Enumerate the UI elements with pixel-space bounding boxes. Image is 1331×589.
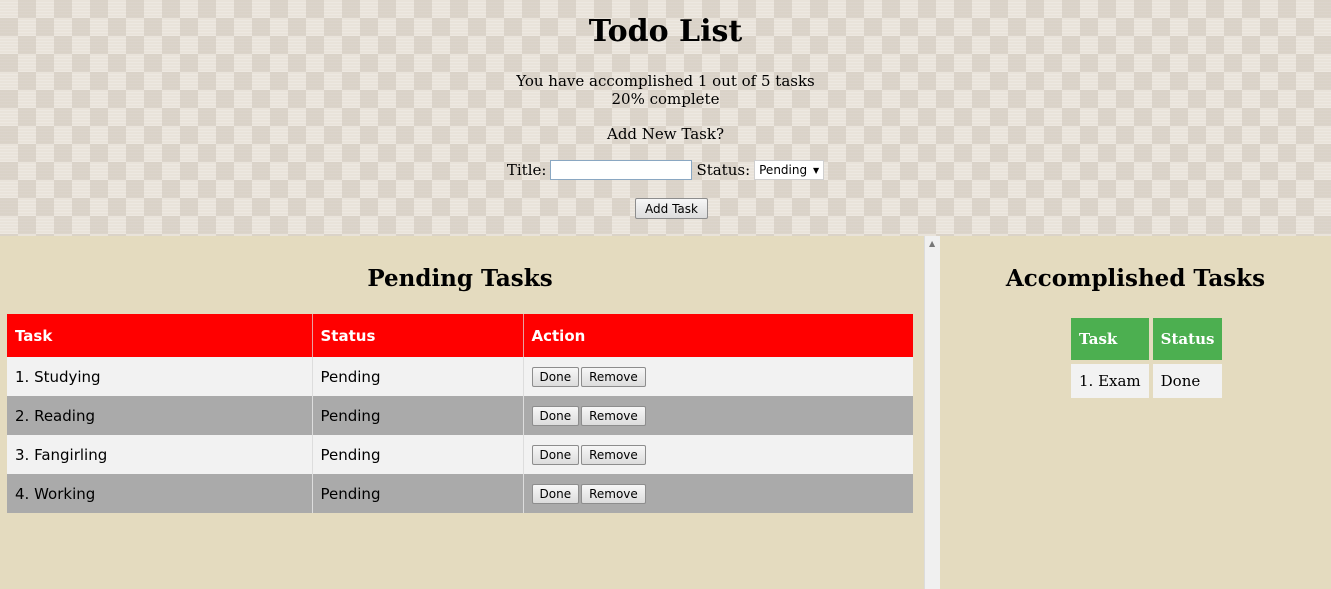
task-actions: Done Remove bbox=[523, 435, 913, 474]
column-header-task: Task bbox=[7, 314, 313, 357]
task-name: 2. Reading bbox=[7, 396, 313, 435]
remove-button[interactable]: Remove bbox=[581, 483, 646, 504]
table-row: 1. Studying Pending Done Remove bbox=[7, 357, 913, 396]
task-actions: Done Remove bbox=[523, 396, 913, 435]
page-title: Todo List bbox=[588, 14, 743, 49]
task-name: 4. Working bbox=[7, 474, 313, 513]
remove-button[interactable]: Remove bbox=[581, 444, 646, 465]
vertical-scrollbar[interactable]: ▲ bbox=[924, 236, 940, 589]
remove-button[interactable]: Remove bbox=[581, 366, 646, 387]
task-status: Pending bbox=[312, 435, 524, 474]
accomplished-table-header: Task Status bbox=[1071, 318, 1223, 360]
table-row: 3. Fangirling Pending Done Remove bbox=[7, 435, 913, 474]
progress-text: You have accomplished 1 out of 5 tasks bbox=[516, 72, 815, 90]
pending-panel: Pending Tasks Task Status Action 1. Stud… bbox=[0, 236, 924, 589]
pending-tasks-table: Task Status Action 1. Studying Pending D… bbox=[7, 314, 913, 513]
task-name: 3. Fangirling bbox=[7, 435, 313, 474]
column-header-task: Task bbox=[1071, 318, 1149, 360]
task-name: 1. Exam bbox=[1071, 364, 1149, 398]
add-task-form: Title: Status: Pending ▼ bbox=[0, 159, 1331, 181]
task-actions: Done Remove bbox=[523, 357, 913, 396]
accomplished-panel: Accomplished Tasks Task Status 1. Exam D… bbox=[940, 236, 1331, 589]
chevron-down-icon: ▼ bbox=[812, 165, 820, 175]
task-status: Pending bbox=[312, 357, 524, 396]
done-button[interactable]: Done bbox=[531, 405, 580, 426]
remove-button[interactable]: Remove bbox=[581, 405, 646, 426]
table-row: 2. Reading Pending Done Remove bbox=[7, 396, 913, 435]
status-label: Status: bbox=[696, 161, 751, 179]
column-header-status: Status bbox=[1152, 318, 1223, 360]
title-label: Title: bbox=[506, 161, 547, 179]
task-status: Done bbox=[1152, 364, 1223, 398]
accomplished-tasks-title: Accomplished Tasks bbox=[1005, 265, 1266, 292]
percent-complete: 20% complete bbox=[611, 90, 720, 108]
progress-summary: You have accomplished 1 out of 5 tasks 2… bbox=[0, 72, 1331, 108]
page-header: Todo List You have accomplished 1 out of… bbox=[0, 0, 1331, 236]
title-input[interactable] bbox=[550, 160, 693, 180]
pending-tasks-title: Pending Tasks bbox=[367, 265, 553, 292]
task-status: Pending bbox=[312, 396, 524, 435]
task-actions: Done Remove bbox=[523, 474, 913, 513]
done-button[interactable]: Done bbox=[531, 483, 580, 504]
task-status: Pending bbox=[312, 474, 524, 513]
column-header-status: Status bbox=[312, 314, 524, 357]
scroll-up-arrow-icon[interactable]: ▲ bbox=[929, 239, 935, 248]
table-row: 1. Exam Done bbox=[1071, 364, 1223, 398]
table-row: 4. Working Pending Done Remove bbox=[7, 474, 913, 513]
done-button[interactable]: Done bbox=[531, 366, 580, 387]
done-button[interactable]: Done bbox=[531, 444, 580, 465]
status-select[interactable]: Pending ▼ bbox=[754, 160, 825, 180]
column-header-action: Action bbox=[523, 314, 913, 357]
accomplished-tasks-table: Task Status 1. Exam Done bbox=[1067, 314, 1226, 402]
pending-table-header: Task Status Action bbox=[7, 314, 913, 357]
task-name: 1. Studying bbox=[7, 357, 313, 396]
add-task-button[interactable]: Add Task bbox=[635, 198, 708, 219]
add-task-heading: Add New Task? bbox=[606, 125, 725, 143]
status-select-value: Pending bbox=[759, 163, 808, 177]
